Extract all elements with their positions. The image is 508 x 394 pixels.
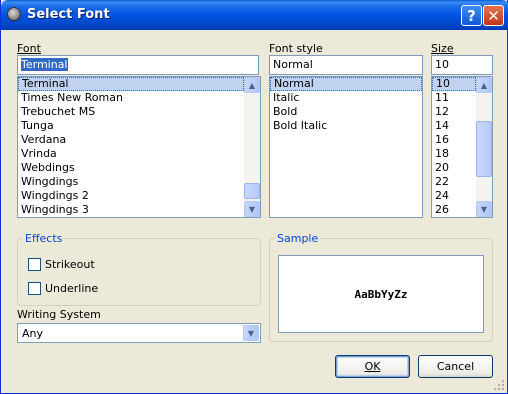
writing-system-select[interactable]: Any ▼	[17, 323, 261, 343]
title-bar[interactable]: Select Font ? ✕	[1, 0, 508, 30]
list-item[interactable]: 12	[432, 105, 476, 119]
strikeout-label[interactable]: Strikeout	[45, 258, 95, 271]
font-label: Font	[17, 42, 41, 55]
list-item[interactable]: 11	[432, 91, 476, 105]
sample-preview: AaBbYyZz	[278, 255, 484, 333]
font-list[interactable]: Terminal Times New Roman Trebuchet MS Tunga…	[17, 76, 261, 218]
list-item[interactable]: 14	[432, 119, 476, 133]
select-font-dialog: Select Font ? ✕ Font Terminal Terminal Ti…	[0, 0, 508, 394]
list-item[interactable]: Normal	[270, 77, 422, 91]
font-input-value: Terminal	[21, 58, 68, 71]
font-style-list[interactable]: Normal Italic Bold Bold Italic	[269, 76, 423, 218]
size-label: Size	[431, 42, 454, 55]
list-item[interactable]: 10	[432, 77, 476, 91]
list-item[interactable]: 16	[432, 133, 476, 147]
list-item[interactable]: Tunga	[18, 119, 244, 133]
list-item[interactable]: Bold Italic	[270, 119, 422, 133]
chevron-down-icon[interactable]: ▼	[243, 325, 259, 341]
help-button[interactable]: ?	[461, 5, 482, 26]
list-item[interactable]: Wingdings 2	[18, 189, 244, 203]
effects-title: Effects	[23, 232, 65, 245]
cancel-button[interactable]: Cancel	[418, 355, 493, 378]
list-item[interactable]: 18	[432, 147, 476, 161]
ok-button[interactable]: OK	[335, 355, 410, 378]
list-item[interactable]: Vrinda	[18, 147, 244, 161]
effects-group	[17, 238, 261, 306]
scroll-down-icon[interactable]: ▼	[244, 201, 260, 217]
underline-label[interactable]: Underline	[45, 282, 98, 295]
sample-title: Sample	[275, 232, 321, 245]
size-list[interactable]: 10 11 12 14 16 18 20 22 24 26 ▲ ▼	[431, 76, 493, 218]
list-item[interactable]: Wingdings 3	[18, 203, 244, 217]
scroll-thumb[interactable]	[476, 121, 492, 177]
list-item[interactable]: 20	[432, 161, 476, 175]
list-item[interactable]: 22	[432, 175, 476, 189]
font-style-label: Font style	[269, 42, 323, 55]
list-item[interactable]: Terminal	[18, 77, 244, 91]
list-item[interactable]: Bold	[270, 105, 422, 119]
scroll-up-icon[interactable]: ▲	[476, 77, 492, 93]
size-input[interactable]: 10	[431, 55, 493, 75]
writing-system-label: Writing System	[17, 308, 101, 321]
list-item[interactable]: 26	[432, 203, 476, 217]
font-input[interactable]: Terminal	[17, 55, 259, 75]
strikeout-checkbox[interactable]	[28, 258, 41, 271]
list-item[interactable]: Italic	[270, 91, 422, 105]
font-style-input[interactable]: Normal	[269, 55, 423, 75]
writing-system-value: Any	[22, 327, 44, 340]
list-item[interactable]: Wingdings	[18, 175, 244, 189]
underline-checkbox[interactable]	[28, 282, 41, 295]
list-item[interactable]: 24	[432, 189, 476, 203]
list-item[interactable]: Webdings	[18, 161, 244, 175]
resize-grip-icon[interactable]	[493, 379, 504, 390]
size-list-scrollbar[interactable]: ▲ ▼	[476, 77, 492, 217]
app-icon	[7, 7, 21, 21]
list-item[interactable]: Verdana	[18, 133, 244, 147]
font-list-scrollbar[interactable]: ▲ ▼	[244, 77, 260, 217]
scroll-down-icon[interactable]: ▼	[476, 201, 492, 217]
close-button[interactable]: ✕	[483, 5, 504, 26]
scroll-thumb[interactable]	[244, 183, 260, 199]
list-item[interactable]: Times New Roman	[18, 91, 244, 105]
window-title: Select Font	[27, 7, 110, 22]
scroll-up-icon[interactable]: ▲	[244, 77, 260, 93]
list-item[interactable]: Trebuchet MS	[18, 105, 244, 119]
